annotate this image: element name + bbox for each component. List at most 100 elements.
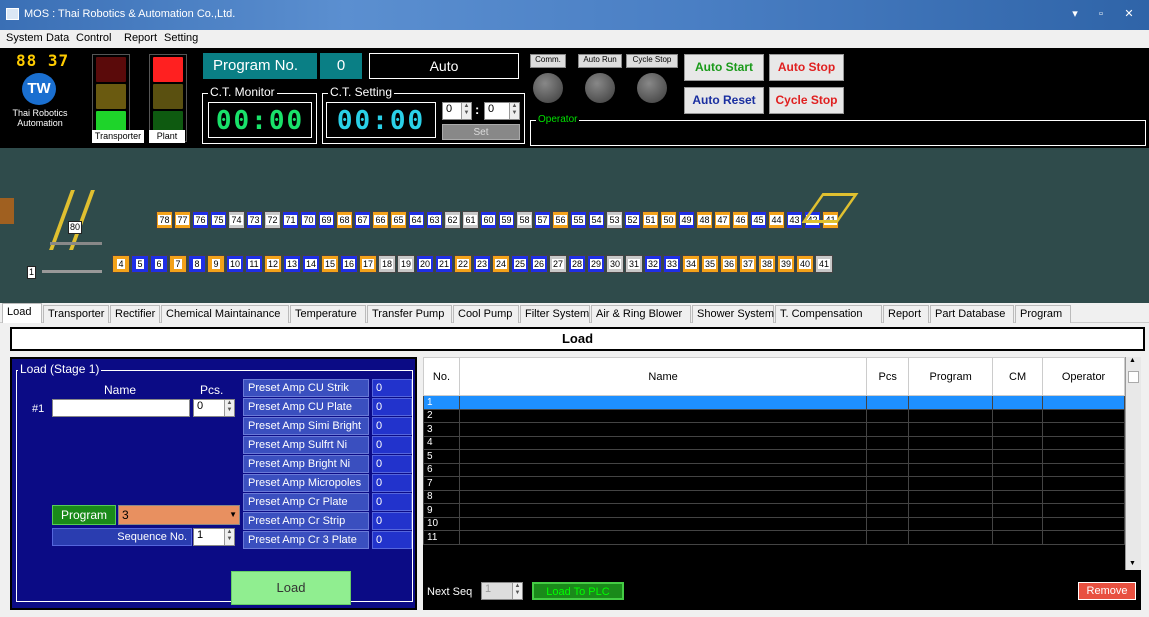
- tab-part-database[interactable]: Part Database: [930, 305, 1014, 323]
- tank-back-60[interactable]: 60: [480, 211, 497, 229]
- tank-front-11[interactable]: 11: [245, 255, 263, 273]
- table-row[interactable]: 5: [423, 449, 1125, 464]
- tank-front-6[interactable]: 6: [150, 255, 168, 273]
- menu-control[interactable]: Control: [76, 32, 111, 44]
- pcs-arrows[interactable]: ▲ ▼: [224, 400, 234, 416]
- menu-setting[interactable]: Setting: [164, 32, 198, 44]
- tank-front-18[interactable]: 18: [378, 255, 396, 273]
- tank-front-41[interactable]: 41: [815, 255, 833, 273]
- tank-back-76[interactable]: 76: [192, 211, 209, 229]
- tank-front-23[interactable]: 23: [473, 255, 491, 273]
- minimize-icon[interactable]: ▾: [1064, 6, 1086, 22]
- tank-back-68[interactable]: 68: [336, 211, 353, 229]
- tank-front-28[interactable]: 28: [568, 255, 586, 273]
- tank-front-31[interactable]: 31: [625, 255, 643, 273]
- next-seq-arrows[interactable]: ▲ ▼: [512, 583, 522, 599]
- preset-value[interactable]: 0: [372, 379, 412, 397]
- chevron-down-icon[interactable]: ▼: [229, 506, 237, 524]
- tank-front-10[interactable]: 10: [226, 255, 244, 273]
- tab-transfer-pump[interactable]: Transfer Pump: [367, 305, 452, 323]
- tank-front-37[interactable]: 37: [739, 255, 757, 273]
- sequence-stepper[interactable]: 1 ▲ ▼: [193, 528, 235, 546]
- tank-back-45[interactable]: 45: [750, 211, 767, 229]
- tank-front-38[interactable]: 38: [758, 255, 776, 273]
- tank-front-35[interactable]: 35: [701, 255, 719, 273]
- sequence-arrows[interactable]: ▲ ▼: [224, 529, 234, 545]
- tank-front-25[interactable]: 25: [511, 255, 529, 273]
- tank-front-34[interactable]: 34: [682, 255, 700, 273]
- tank-front-22[interactable]: 22: [454, 255, 472, 273]
- tank-back-63[interactable]: 63: [426, 211, 443, 229]
- tank-front-20[interactable]: 20: [416, 255, 434, 273]
- tank-back-73[interactable]: 73: [246, 211, 263, 229]
- tank-back-65[interactable]: 65: [390, 211, 407, 229]
- tab-report[interactable]: Report: [883, 305, 929, 323]
- name-input[interactable]: [52, 399, 190, 417]
- tank-front-32[interactable]: 32: [644, 255, 662, 273]
- col-pcs[interactable]: Pcs: [866, 357, 910, 396]
- next-seq-stepper[interactable]: 1 ▲ ▼: [481, 582, 523, 600]
- tank-front-4[interactable]: 4: [112, 255, 130, 273]
- load-to-plc-button[interactable]: Load To PLC: [532, 582, 624, 600]
- load-button[interactable]: Load: [231, 571, 351, 605]
- tank-front-33[interactable]: 33: [663, 255, 681, 273]
- tank-front-7[interactable]: 7: [169, 255, 187, 273]
- tank-back-55[interactable]: 55: [570, 211, 587, 229]
- tank-back-70[interactable]: 70: [300, 211, 317, 229]
- scroll-up-icon[interactable]: ▲: [1129, 357, 1136, 364]
- tank-back-53[interactable]: 53: [606, 211, 623, 229]
- table-row[interactable]: 6: [423, 462, 1125, 477]
- tank-front-9[interactable]: 9: [207, 255, 225, 273]
- tank-back-57[interactable]: 57: [534, 211, 551, 229]
- tank-front-36[interactable]: 36: [720, 255, 738, 273]
- table-row[interactable]: 1: [423, 395, 1125, 410]
- tab-program[interactable]: Program: [1015, 305, 1071, 323]
- preset-value[interactable]: 0: [372, 398, 412, 416]
- restore-icon[interactable]: ▫: [1090, 6, 1112, 22]
- close-icon[interactable]: ✕: [1118, 6, 1140, 22]
- ct-sec-stepper[interactable]: 0 ▲ ▼: [484, 102, 520, 120]
- tab-filter-system[interactable]: Filter System: [520, 305, 590, 323]
- pcs-stepper[interactable]: 0 ▲ ▼: [193, 399, 235, 417]
- tank-front-26[interactable]: 26: [530, 255, 548, 273]
- tank-back-64[interactable]: 64: [408, 211, 425, 229]
- ct-min-arrows[interactable]: ▲ ▼: [461, 103, 471, 119]
- tank-back-49[interactable]: 49: [678, 211, 695, 229]
- tank-front-27[interactable]: 27: [549, 255, 567, 273]
- tank-front-14[interactable]: 14: [302, 255, 320, 273]
- remove-button[interactable]: Remove: [1078, 582, 1136, 600]
- tab-chemical-maintainance[interactable]: Chemical Maintainance: [161, 305, 289, 323]
- tank-back-78[interactable]: 78: [156, 211, 173, 229]
- tank-back-51[interactable]: 51: [642, 211, 659, 229]
- menu-data[interactable]: Data: [46, 32, 69, 44]
- table-row[interactable]: 4: [423, 435, 1125, 450]
- scroll-thumb[interactable]: [1128, 371, 1139, 383]
- table-row[interactable]: 3: [423, 422, 1125, 437]
- col-name[interactable]: Name: [458, 357, 868, 396]
- table-row[interactable]: 8: [423, 489, 1125, 504]
- col-no[interactable]: No.: [423, 357, 460, 396]
- tank-back-48[interactable]: 48: [696, 211, 713, 229]
- tank-back-56[interactable]: 56: [552, 211, 569, 229]
- tank-back-43[interactable]: 43: [786, 211, 803, 229]
- preset-value[interactable]: 0: [372, 512, 412, 530]
- preset-value[interactable]: 0: [372, 474, 412, 492]
- tank-front-21[interactable]: 21: [435, 255, 453, 273]
- tab-transporter[interactable]: Transporter: [43, 305, 109, 323]
- tank-back-54[interactable]: 54: [588, 211, 605, 229]
- tank-back-77[interactable]: 77: [174, 211, 191, 229]
- tank-front-24[interactable]: 24: [492, 255, 510, 273]
- col-cm[interactable]: CM: [992, 357, 1044, 396]
- tank-front-39[interactable]: 39: [777, 255, 795, 273]
- auto-start-button[interactable]: Auto Start: [684, 54, 764, 81]
- preset-value[interactable]: 0: [372, 531, 412, 549]
- table-row[interactable]: 7: [423, 476, 1125, 491]
- col-program[interactable]: Program: [908, 357, 994, 396]
- tank-back-58[interactable]: 58: [516, 211, 533, 229]
- tank-back-72[interactable]: 72: [264, 211, 281, 229]
- program-select[interactable]: 3 ▼: [118, 505, 240, 525]
- ct-min-stepper[interactable]: 0 ▲ ▼: [442, 102, 472, 120]
- table-row[interactable]: 2: [423, 408, 1125, 423]
- tank-back-69[interactable]: 69: [318, 211, 335, 229]
- tank-front-8[interactable]: 8: [188, 255, 206, 273]
